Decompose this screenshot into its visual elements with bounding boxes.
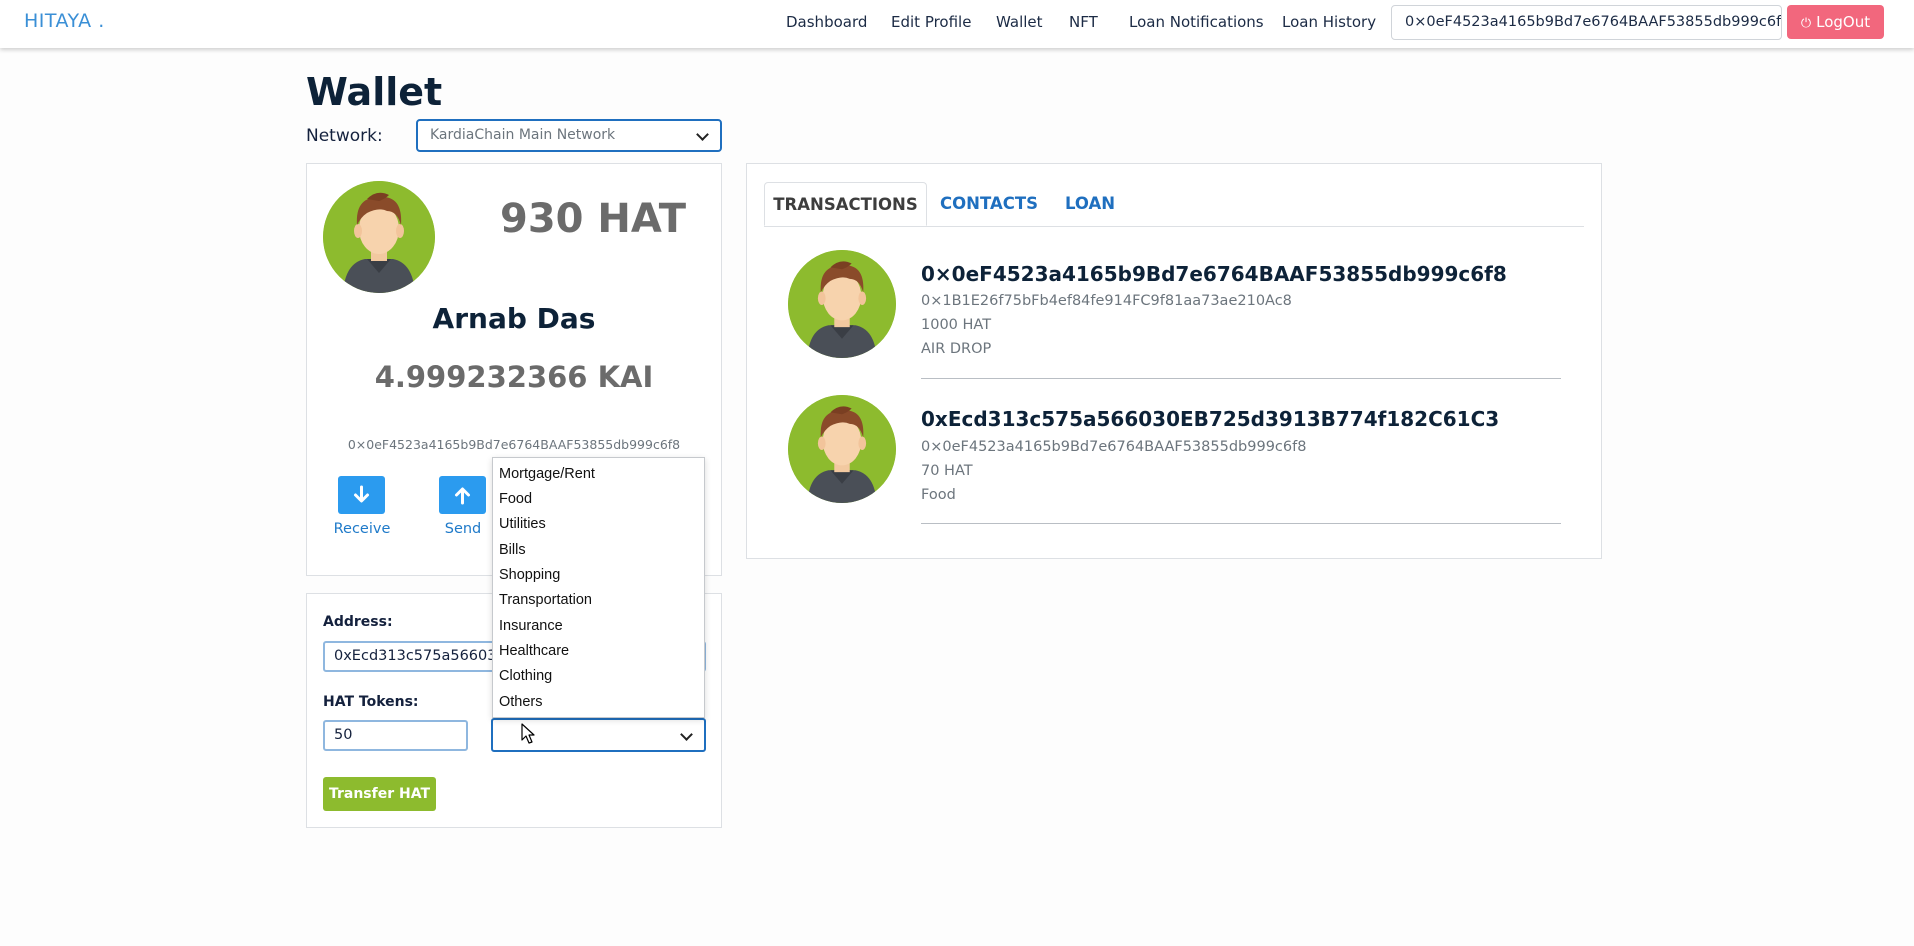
transaction-amount: 1000 HAT (921, 317, 992, 333)
category-option-shopping[interactable]: Shopping (493, 563, 705, 588)
mouse-cursor-icon (521, 723, 535, 744)
tab-loan[interactable]: LOAN (1052, 182, 1128, 226)
category-option-utilities[interactable]: Utilities (493, 512, 705, 537)
page-title: Wallet (306, 70, 443, 114)
hat-tokens-label: HAT Tokens: (323, 694, 419, 710)
arrow-up-icon (455, 487, 470, 505)
hat-tokens-input[interactable]: 50 (323, 720, 468, 751)
category-option-insurance[interactable]: Insurance (493, 614, 705, 639)
chevron-down-icon (696, 128, 709, 141)
network-label: Network: (306, 126, 383, 146)
arrow-down-icon (354, 485, 369, 503)
nav-edit-profile[interactable]: Edit Profile (891, 13, 971, 31)
logout-button[interactable]: ⏻ LogOut (1787, 5, 1884, 39)
tab-contacts[interactable]: CONTACTS (928, 182, 1050, 226)
nav-nft[interactable]: NFT (1069, 13, 1098, 31)
kai-balance: 4.999232366 KAI (374, 360, 654, 394)
transaction-category: Food (921, 487, 956, 503)
nav-dashboard[interactable]: Dashboard (786, 13, 867, 31)
brand-logo[interactable]: HITAYA . (24, 10, 105, 32)
transfer-hat-button[interactable]: Transfer HAT (323, 777, 436, 811)
send-button[interactable] (439, 476, 486, 514)
send-label[interactable]: Send (423, 521, 503, 537)
connected-address-field[interactable]: 0×0eF4523a4165b9Bd7e6764BAAF53855db999c6… (1391, 5, 1782, 40)
user-name: Arnab Das (432, 302, 596, 335)
nav-loan-notifications[interactable]: Loan Notifications (1129, 13, 1264, 31)
receive-label[interactable]: Receive (322, 521, 402, 537)
nav-loan-history[interactable]: Loan History (1282, 13, 1376, 31)
category-option-food[interactable]: Food (493, 487, 705, 512)
receive-button[interactable] (338, 476, 385, 514)
category-option-bills[interactable]: Bills (493, 538, 705, 563)
network-select-value: KardiaChain Main Network (430, 127, 616, 143)
wallet-address: 0×0eF4523a4165b9Bd7e6764BAAF53855db999c6… (347, 437, 681, 452)
category-option-clothing[interactable]: Clothing (493, 664, 705, 689)
hat-balance: 930 HAT (500, 196, 687, 242)
category-option-healthcare[interactable]: Healthcare (493, 639, 705, 664)
transaction-to-address: 0×1B1E26f75bFb4ef84fe914FC9f81aa73ae210A… (921, 293, 1292, 309)
top-navbar: HITAYA . Dashboard Edit Profile Wallet N… (0, 0, 1914, 48)
power-icon: ⏻ (1800, 16, 1812, 31)
transaction-avatar (788, 250, 896, 358)
tab-transactions[interactable]: TRANSACTIONS (764, 182, 927, 226)
address-label: Address: (323, 614, 393, 630)
network-select[interactable]: KardiaChain Main Network (416, 119, 722, 152)
transaction-from-address: 0×0eF4523a4165b9Bd7e6764BAAF53855db999c6… (921, 262, 1507, 286)
category-option-mortgage-rent[interactable]: Mortgage/Rent (493, 462, 705, 487)
transaction-divider (921, 523, 1561, 524)
category-option-transportation[interactable]: Transportation (493, 588, 705, 613)
transaction-category: AIR DROP (921, 341, 992, 357)
transaction-from-address: 0xEcd313c575a566030EB725d3913B774f182C61… (921, 407, 1500, 431)
logout-label: LogOut (1816, 13, 1871, 31)
transaction-avatar (788, 395, 896, 503)
transaction-divider (921, 378, 1561, 379)
nav-wallet[interactable]: Wallet (996, 13, 1043, 31)
category-dropdown-list: Mortgage/Rent Food Utilities Bills Shopp… (492, 457, 705, 718)
chevron-down-icon (680, 728, 693, 741)
category-option-others[interactable]: Others (493, 690, 705, 715)
transaction-to-address: 0×0eF4523a4165b9Bd7e6764BAAF53855db999c6… (921, 439, 1307, 455)
user-avatar (323, 181, 435, 293)
transaction-amount: 70 HAT (921, 463, 973, 479)
